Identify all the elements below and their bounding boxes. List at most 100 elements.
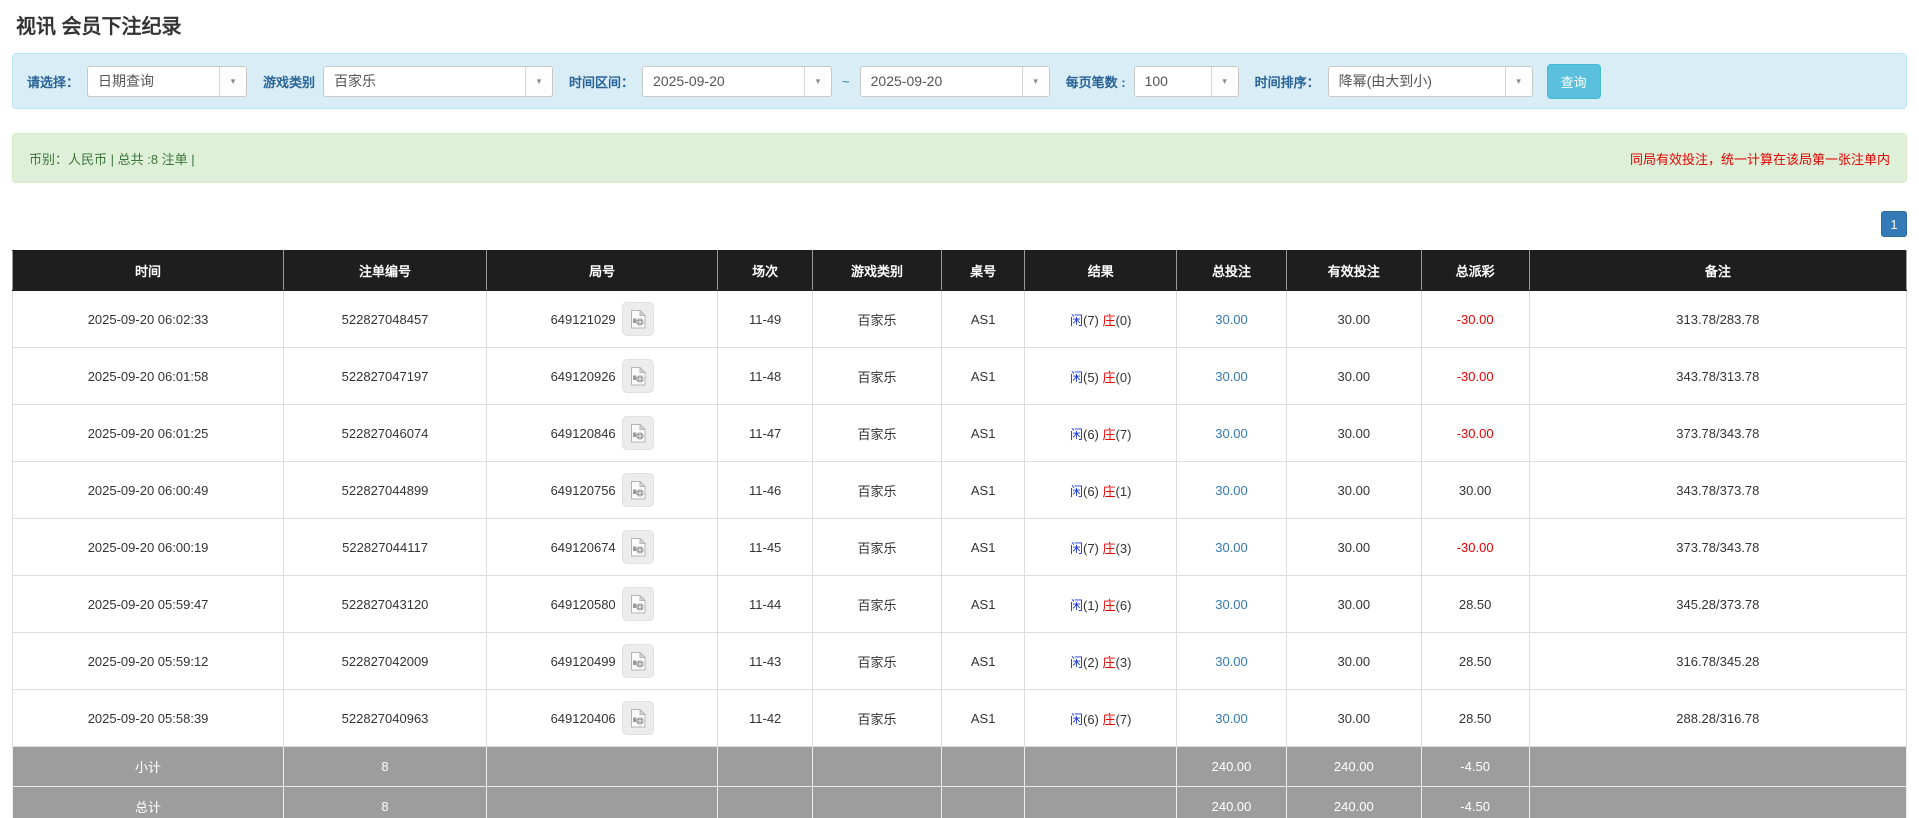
cell-bet-id: 522827042009 bbox=[283, 632, 487, 690]
total-bet-link[interactable]: 30.00 bbox=[1215, 312, 1248, 327]
total-label: 小计 bbox=[11, 746, 285, 787]
result-player-label: 闲 bbox=[1069, 597, 1083, 613]
view-video-button[interactable] bbox=[621, 587, 654, 621]
cell-valid-bet: 30.00 bbox=[1285, 575, 1422, 633]
total-empty bbox=[812, 786, 942, 818]
result-player-label: 闲 bbox=[1069, 483, 1083, 499]
cell-bet-id: 522827046074 bbox=[283, 404, 487, 462]
total-bet-link[interactable]: 30.00 bbox=[1215, 483, 1248, 498]
table-row: 2025-09-20 05:59:12 522827042009 649120499… bbox=[11, 632, 1908, 690]
cell-valid-bet: 30.00 bbox=[1285, 290, 1422, 348]
table-row: 2025-09-20 06:01:25 522827046074 649120846… bbox=[11, 404, 1908, 462]
total-bet-link[interactable]: 30.00 bbox=[1215, 540, 1248, 555]
cell-session: 11-48 bbox=[717, 347, 814, 405]
cell-total-bet: 30.00 bbox=[1176, 575, 1287, 633]
total-empty bbox=[940, 746, 1026, 787]
cell-remark: 373.78/343.78 bbox=[1528, 518, 1908, 576]
col-header: 游戏类别 bbox=[812, 250, 942, 291]
cell-result: 闲(7) 庄(3) bbox=[1024, 518, 1178, 576]
result-player-points: (1) bbox=[1083, 597, 1103, 613]
cell-session: 11-43 bbox=[717, 632, 814, 690]
total-row: 小计 8 240.00 240.00 -4.50 bbox=[11, 746, 1908, 787]
summary-warning-note: 同局有效投注，统一计算在该局第一张注单内 bbox=[1629, 151, 1890, 167]
table-row: 2025-09-20 05:58:39 522827040963 649120406… bbox=[11, 689, 1908, 747]
page-size-select[interactable]: 100 ▾ bbox=[1133, 65, 1239, 97]
cell-round-id: 649120756 bbox=[485, 461, 719, 519]
date-from-select[interactable]: 2025-09-20 ▾ bbox=[642, 65, 833, 97]
table-row: 2025-09-20 05:59:47 522827043120 649120580… bbox=[11, 575, 1908, 633]
date-to-select[interactable]: 2025-09-20 ▾ bbox=[859, 65, 1050, 97]
cell-total-bet: 30.00 bbox=[1176, 632, 1287, 690]
result-player-label: 闲 bbox=[1069, 711, 1083, 727]
cell-game-category: 百家乐 bbox=[812, 689, 942, 747]
chevron-down-icon: ▾ bbox=[1504, 66, 1532, 96]
date-to-value: 2025-09-20 bbox=[870, 72, 943, 89]
total-bet-sum: 240.00 bbox=[1176, 746, 1287, 787]
total-empty bbox=[940, 786, 1026, 818]
total-bet-link[interactable]: 30.00 bbox=[1215, 597, 1248, 612]
cell-session: 11-46 bbox=[717, 461, 814, 519]
page-title: 视讯 会员下注纪录 bbox=[16, 16, 182, 38]
video-file-icon bbox=[630, 366, 646, 385]
cell-bet-id: 522827048457 bbox=[283, 290, 487, 348]
query-type-select[interactable]: 日期查询 ▾ bbox=[87, 65, 248, 97]
game-category-select[interactable]: 百家乐 ▾ bbox=[323, 65, 554, 97]
result-player-points: (6) bbox=[1083, 483, 1103, 499]
chevron-down-icon: ▾ bbox=[1021, 66, 1049, 96]
col-header: 注单编号 bbox=[283, 250, 487, 291]
total-count: 8 bbox=[283, 746, 487, 787]
result-player-label: 闲 bbox=[1069, 540, 1083, 556]
cell-valid-bet: 30.00 bbox=[1285, 347, 1422, 405]
total-bet-link[interactable]: 30.00 bbox=[1215, 369, 1248, 384]
col-header: 备注 bbox=[1528, 250, 1908, 291]
round-id-wrap: 649120846 bbox=[551, 416, 654, 450]
pagination-top: 1 bbox=[12, 211, 1907, 237]
cell-result: 闲(5) 庄(0) bbox=[1024, 347, 1178, 405]
query-type-value: 日期查询 bbox=[98, 72, 155, 89]
total-bet-link[interactable]: 30.00 bbox=[1215, 426, 1248, 441]
view-video-button[interactable] bbox=[621, 530, 654, 564]
video-file-icon bbox=[630, 309, 646, 328]
col-header: 桌号 bbox=[940, 250, 1026, 291]
total-bet-link[interactable]: 30.00 bbox=[1215, 711, 1248, 726]
round-id-text: 649120406 bbox=[550, 710, 616, 726]
cell-result: 闲(2) 庄(3) bbox=[1024, 632, 1178, 690]
view-video-button[interactable] bbox=[621, 473, 654, 507]
cell-session: 11-47 bbox=[717, 404, 814, 462]
chevron-down-icon: ▾ bbox=[219, 66, 247, 96]
view-video-button[interactable] bbox=[621, 416, 654, 450]
cell-remark: 313.78/283.78 bbox=[1528, 290, 1908, 348]
view-video-button[interactable] bbox=[621, 302, 654, 336]
col-header: 总派彩 bbox=[1420, 250, 1530, 291]
time-sort-select[interactable]: 降幂(由大到小) ▾ bbox=[1327, 65, 1533, 97]
round-id-wrap: 649120406 bbox=[551, 701, 654, 735]
total-empty bbox=[812, 746, 942, 787]
cell-time: 2025-09-20 05:59:12 bbox=[11, 632, 285, 690]
time-range-label: 时间区间： bbox=[569, 74, 635, 90]
total-bet-sum: 240.00 bbox=[1176, 786, 1287, 818]
total-remark-empty bbox=[1528, 746, 1908, 787]
col-header: 结果 bbox=[1024, 250, 1178, 291]
cell-total-bet: 30.00 bbox=[1176, 461, 1287, 519]
cell-game-category: 百家乐 bbox=[812, 347, 942, 405]
cell-table-no: AS1 bbox=[940, 347, 1026, 405]
cell-remark: 345.28/373.78 bbox=[1528, 575, 1908, 633]
total-empty bbox=[485, 786, 719, 818]
view-video-button[interactable] bbox=[621, 644, 654, 678]
view-video-button[interactable] bbox=[621, 701, 654, 735]
total-bet-link[interactable]: 30.00 bbox=[1215, 654, 1248, 669]
total-empty bbox=[717, 786, 814, 818]
round-id-wrap: 649120580 bbox=[551, 587, 654, 621]
search-button[interactable]: 查询 bbox=[1546, 63, 1601, 99]
cell-time: 2025-09-20 06:01:58 bbox=[11, 347, 285, 405]
cell-total-bet: 30.00 bbox=[1176, 689, 1287, 747]
result-banker-label: 庄 bbox=[1102, 483, 1116, 499]
result-player-points: (6) bbox=[1083, 711, 1103, 727]
col-header: 局号 bbox=[485, 250, 719, 291]
cell-time: 2025-09-20 06:01:25 bbox=[11, 404, 285, 462]
page-1-button[interactable]: 1 bbox=[1881, 211, 1907, 237]
round-id-wrap: 649120926 bbox=[551, 359, 654, 393]
round-id-text: 649120580 bbox=[550, 596, 616, 612]
view-video-button[interactable] bbox=[621, 359, 654, 393]
cell-payout: -30.00 bbox=[1420, 518, 1530, 576]
